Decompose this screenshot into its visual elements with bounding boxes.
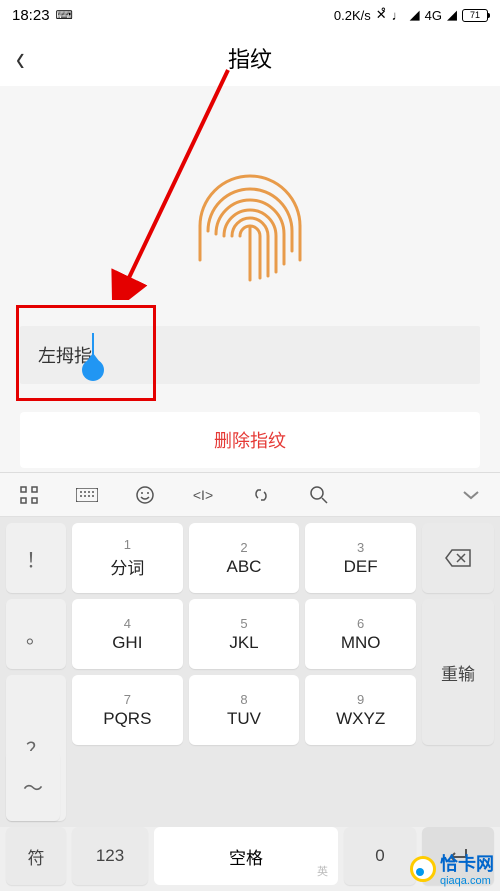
key-9-wxyz[interactable]: 9WXYZ: [305, 675, 416, 745]
status-right: 0.2K/s ✕̊ ♩ ◢ 4G ◢ 71: [334, 7, 488, 23]
keyboard-keys: ！ 1分词 2ABC 3DEF 。 4GHI 5JKL 6MNO 重输 ？ 7P…: [0, 517, 500, 827]
key-0[interactable]: 0: [344, 827, 416, 885]
kb-tool-collapse-icon[interactable]: [442, 489, 500, 501]
key-retype[interactable]: 重输: [422, 599, 494, 745]
key-1[interactable]: 1分词: [72, 523, 183, 593]
bell-icon: ♩: [392, 8, 405, 23]
network-speed: 0.2K/s: [334, 8, 371, 23]
watermark-url: qiaqa.com: [440, 876, 494, 887]
content-area: 左拇指 删除指纹: [0, 86, 500, 468]
key-2-abc[interactable]: 2ABC: [189, 523, 300, 593]
kb-tool-clipboard-icon[interactable]: [232, 485, 290, 505]
kb-tool-search-icon[interactable]: [290, 485, 348, 505]
watermark: 恰卡网 qiaqa.com: [410, 850, 494, 887]
back-button[interactable]: ‹: [16, 36, 25, 79]
watermark-logo-icon: [410, 856, 436, 882]
key-backspace[interactable]: [422, 523, 494, 593]
key-6-mno[interactable]: 6MNO: [305, 599, 416, 669]
battery-icon: 71: [462, 9, 488, 22]
title-bar: ‹ 指纹: [0, 30, 500, 86]
key-punct-exclaim[interactable]: ！: [6, 523, 66, 593]
key-8-tuv[interactable]: 8TUV: [189, 675, 300, 745]
key-space[interactable]: 空格 英: [154, 827, 338, 885]
key-7-pqrs[interactable]: 7PQRS: [72, 675, 183, 745]
fingerprint-graphic-area: [0, 86, 500, 326]
key-5-jkl[interactable]: 5JKL: [189, 599, 300, 669]
kb-tool-cursor-icon[interactable]: <I>: [174, 487, 232, 503]
fingerprint-name-input[interactable]: 左拇指: [20, 326, 480, 384]
key-3-def[interactable]: 3DEF: [305, 523, 416, 593]
backspace-icon: [445, 549, 471, 567]
signal-icon: ◢: [410, 7, 420, 23]
status-time: 18:23: [12, 7, 50, 24]
svg-text:<I>: <I>: [193, 487, 213, 503]
kb-tool-grid-icon[interactable]: [0, 486, 58, 504]
key-4-ghi[interactable]: 4GHI: [72, 599, 183, 669]
key-punct-period[interactable]: 。: [6, 599, 66, 669]
key-space-lang: 英: [317, 863, 328, 879]
status-bar: 18:23 ⌨ 0.2K/s ✕̊ ♩ ◢ 4G ◢ 71: [0, 0, 500, 30]
key-punct-tilde-visible[interactable]: ～: [6, 751, 60, 821]
status-left: 18:23 ⌨: [12, 7, 73, 24]
network-type: 4G: [425, 8, 442, 23]
fingerprint-icon: [170, 126, 330, 286]
page-title: 指纹: [228, 42, 272, 74]
ime-icon: ⌨: [56, 8, 73, 22]
kb-tool-keyboard-icon[interactable]: [58, 488, 116, 502]
kb-tool-emoji-icon[interactable]: [116, 485, 174, 505]
key-symbols[interactable]: 符: [6, 827, 66, 885]
delete-fingerprint-label: 删除指纹: [214, 427, 286, 453]
delete-fingerprint-button[interactable]: 删除指纹: [20, 412, 480, 468]
key-numbers[interactable]: 123: [72, 827, 148, 885]
keyboard-toolbar: <I>: [0, 473, 500, 517]
keyboard: <I> ！ 1分词 2ABC 3DEF 。 4GHI 5JKL 6MNO 重输 …: [0, 472, 500, 891]
signal2-icon: ◢: [447, 7, 457, 23]
dnd-icon: ✕̊: [376, 7, 387, 23]
watermark-name: 恰卡网: [440, 854, 494, 874]
